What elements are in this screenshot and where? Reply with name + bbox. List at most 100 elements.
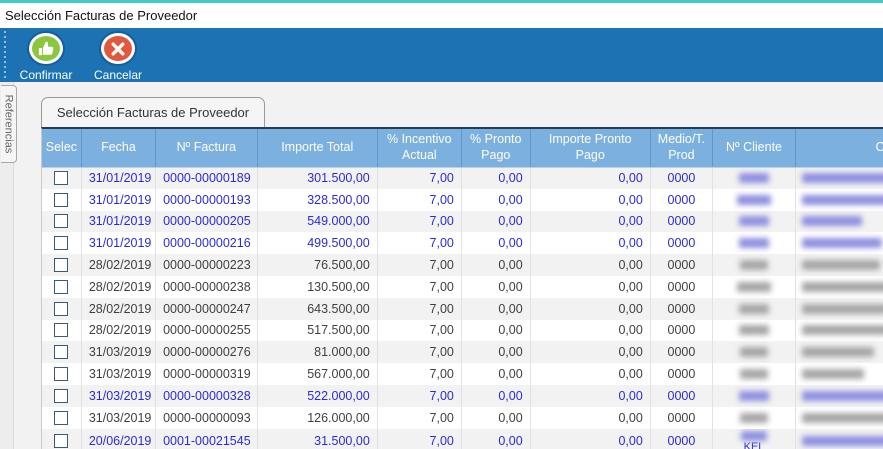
row-checkbox[interactable] [54,214,69,229]
column-header-6[interactable]: Importe Pronto Pago [530,129,651,168]
incentivo-cell: 7,00 [377,406,462,429]
tab-label: Selección Facturas de Proveedor [56,105,250,120]
n-cliente-cell [712,384,797,407]
importe-total-cell: 643.500,00 [257,297,378,320]
cliente-titular-cell [795,167,883,189]
fecha-cell: 20/06/2019 [81,428,157,449]
pronto-pago-cell: 0,00 [461,232,531,255]
pronto-pago-cell: 0,00 [461,319,531,342]
incentivo-cell: 7,00 [377,167,462,189]
incentivo-cell: 7,00 [377,297,462,320]
sidebar-tab-referencias[interactable]: Referencias [1,85,17,163]
importe-pronto-cell: 0,00 [530,188,651,211]
invoice-table-container: Selec Fecha Nº Factura Importe Total% Incen… [41,127,883,449]
row-checkbox[interactable] [54,367,69,382]
table-row[interactable]: 31/03/2019 0000-00000319 567.000,00 7,00 0,0… [42,363,883,385]
incentivo-cell: 7,00 [377,363,462,385]
factura-cell: 0000-00000255 [155,319,258,342]
redacted-value [802,281,883,292]
row-checkbox[interactable] [54,258,69,273]
n-cliente-cell [712,406,797,429]
row-checkbox[interactable] [54,279,69,294]
row-checkbox[interactable] [54,171,69,186]
column-header-0[interactable]: Selec [42,129,82,168]
confirm-button[interactable]: Confirmar [10,28,82,82]
factura-cell: 0000-00000093 [155,406,258,429]
select-cell [42,188,82,211]
toolbar: Confirmar Cancelar [0,28,883,82]
row-checkbox[interactable] [54,236,69,251]
tab-seleccion-facturas[interactable]: Selección Facturas de Proveedor [41,97,265,127]
incentivo-cell: 7,00 [377,275,462,298]
cliente-titular-cell [795,275,883,298]
column-header-7[interactable]: Medio/T. Prod [650,129,714,168]
column-header-5[interactable]: % Pronto Pago [461,129,531,168]
table-row[interactable]: 31/01/2019 0000-00000205 549.000,00 7,00 0,0… [42,210,883,233]
column-header-2[interactable]: Nº Factura [155,129,258,168]
fecha-cell: 28/02/2019 [81,275,157,298]
table-row[interactable]: 31/01/2019 0000-00000189 301.500,00 7,00 0,0… [42,167,883,189]
redacted-value [739,303,770,314]
table-row[interactable]: 20/06/2019 0001-00021545 31.500,00 7,00 0,00… [42,428,883,449]
row-checkbox[interactable] [54,410,69,425]
factura-cell: 0000-00000238 [155,275,258,298]
fecha-cell: 31/03/2019 [81,384,157,407]
cross-icon [101,33,135,64]
pronto-pago-cell: 0,00 [461,384,531,407]
row-checkbox[interactable] [54,301,69,316]
content-area: Referencias Selección Facturas de Provee… [0,82,883,449]
cliente-titular-cell [795,384,883,407]
column-header-8[interactable]: Nº Cliente [712,129,797,168]
fecha-cell: 28/02/2019 [81,319,157,342]
table-row[interactable]: 31/03/2019 0000-00000276 81.000,00 7,00 0,00… [42,341,883,364]
table-row[interactable]: 31/03/2019 0000-00000328 522.000,00 7,00 0,0… [42,384,883,407]
redacted-value [802,436,883,447]
row-checkbox[interactable] [54,345,69,360]
row-checkbox[interactable] [54,388,69,403]
table-row[interactable]: 28/02/2019 0000-00000247 643.500,00 7,00 0,0… [42,297,883,320]
column-header-4[interactable]: % Incentivo Actual [377,129,462,168]
redacted-value [802,216,863,227]
cliente-titular-cell [795,319,883,342]
pronto-pago-cell: 0,00 [461,341,531,364]
cancel-button[interactable]: Cancelar [82,28,154,82]
row-checkbox[interactable] [54,192,69,207]
medio-cell: 0000 [650,428,714,449]
toolbar-grip[interactable] [2,31,10,79]
column-header-3[interactable]: Importe Total [257,129,378,168]
importe-pronto-cell: 0,00 [530,254,651,276]
medio-cell: 0000 [650,275,714,298]
n-cliente-cell [712,275,797,298]
incentivo-cell: 7,00 [377,232,462,255]
importe-pronto-cell: 0,00 [530,167,651,189]
medio-cell: 0000 [650,210,714,233]
redacted-value [802,238,883,249]
cliente-titular-cell [795,297,883,320]
redacted-value [802,173,883,184]
medio-cell: 0000 [650,254,714,276]
factura-cell: 0000-00000319 [155,363,258,385]
table-row[interactable]: 31/03/2019 0000-00000093 126.000,00 7,00 0,0… [42,406,883,429]
medio-cell: 0000 [650,167,714,189]
n-cliente-cell [712,232,797,255]
column-header-1[interactable]: Fecha [81,129,157,168]
importe-pronto-cell: 0,00 [530,210,651,233]
table-row[interactable]: 28/02/2019 0000-00000238 130.500,00 7,00 0,0… [42,275,883,298]
row-checkbox[interactable] [54,323,69,338]
table-row[interactable]: 28/02/2019 0000-00000255 517.500,00 7,00 0,0… [42,319,883,342]
select-cell [42,428,82,449]
factura-cell: 0000-00000193 [155,188,258,211]
importe-total-cell: 517.500,00 [257,319,378,342]
table-row[interactable]: 31/01/2019 0000-00000216 499.500,00 7,00 0,0… [42,232,883,255]
row-checkbox[interactable] [54,434,69,449]
cliente-titular-cell [795,254,883,276]
pronto-pago-cell: 0,00 [461,167,531,189]
importe-total-cell: 81.000,00 [257,341,378,364]
medio-cell: 0000 [650,384,714,407]
column-header-9[interactable]: Cliente Titular [795,129,883,168]
table-row[interactable]: 31/01/2019 0000-00000193 328.500,00 7,00 0,0… [42,188,883,211]
incentivo-cell: 7,00 [377,384,462,407]
table-row[interactable]: 28/02/2019 0000-00000223 76.500,00 7,00 0,00… [42,254,883,276]
redacted-value [739,173,770,184]
window-title: Selección Facturas de Proveedor [5,8,198,23]
